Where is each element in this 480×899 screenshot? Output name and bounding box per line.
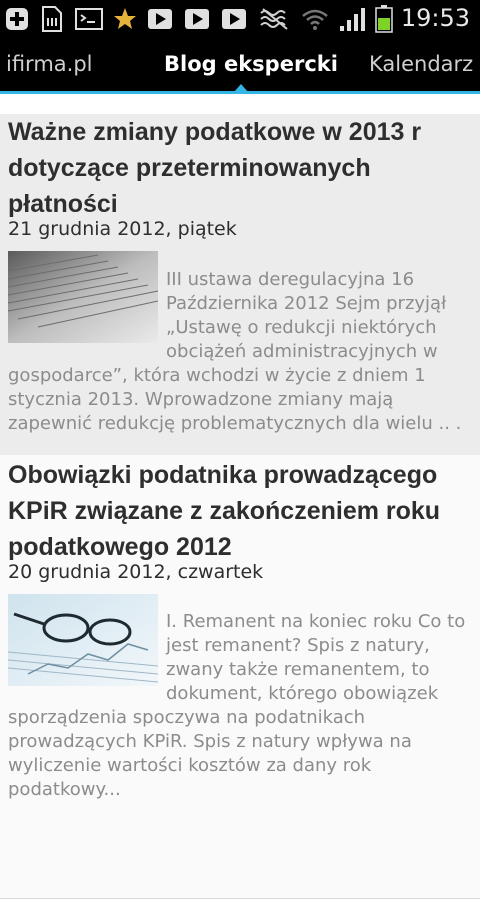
status-bar: 19:53 bbox=[0, 0, 480, 38]
play-store-icon bbox=[183, 6, 211, 32]
sd-card-icon bbox=[38, 6, 64, 32]
tab-blog-ekspercki[interactable]: Blog ekspercki bbox=[164, 52, 338, 76]
terminal-icon bbox=[74, 6, 104, 32]
post-date: 20 grudnia 2012, czwartek bbox=[8, 561, 264, 583]
wifi-icon bbox=[300, 6, 330, 32]
tab-kalendarz[interactable]: Kalendarz bbox=[369, 52, 473, 76]
post-title: Obowiązki podatnika prowadzącego KPiR zw… bbox=[8, 461, 441, 561]
post-excerpt: I. Remanent na koniec roku Co to jest re… bbox=[8, 611, 466, 800]
play-store-icon bbox=[220, 6, 248, 32]
star-icon bbox=[112, 6, 138, 32]
signal-icon bbox=[338, 6, 368, 32]
post-excerpt: III ustawa deregulacyjna 16 Października… bbox=[8, 269, 462, 434]
post-title: Ważne zmiany podatkowe w 2013 r dotycząc… bbox=[8, 118, 422, 218]
tab-underline bbox=[0, 91, 480, 94]
list-item[interactable]: Obowiązki podatnika prowadzącego KPiR zw… bbox=[0, 455, 480, 899]
play-store-icon bbox=[146, 6, 174, 32]
tab-ifirma[interactable]: ifirma.pl bbox=[6, 52, 93, 76]
no-signal-icon bbox=[258, 6, 292, 32]
clock: 19:53 bbox=[400, 4, 470, 32]
battery-icon bbox=[374, 5, 394, 33]
plus-icon bbox=[4, 6, 30, 32]
post-date: 21 grudnia 2012, piątek bbox=[8, 218, 237, 240]
